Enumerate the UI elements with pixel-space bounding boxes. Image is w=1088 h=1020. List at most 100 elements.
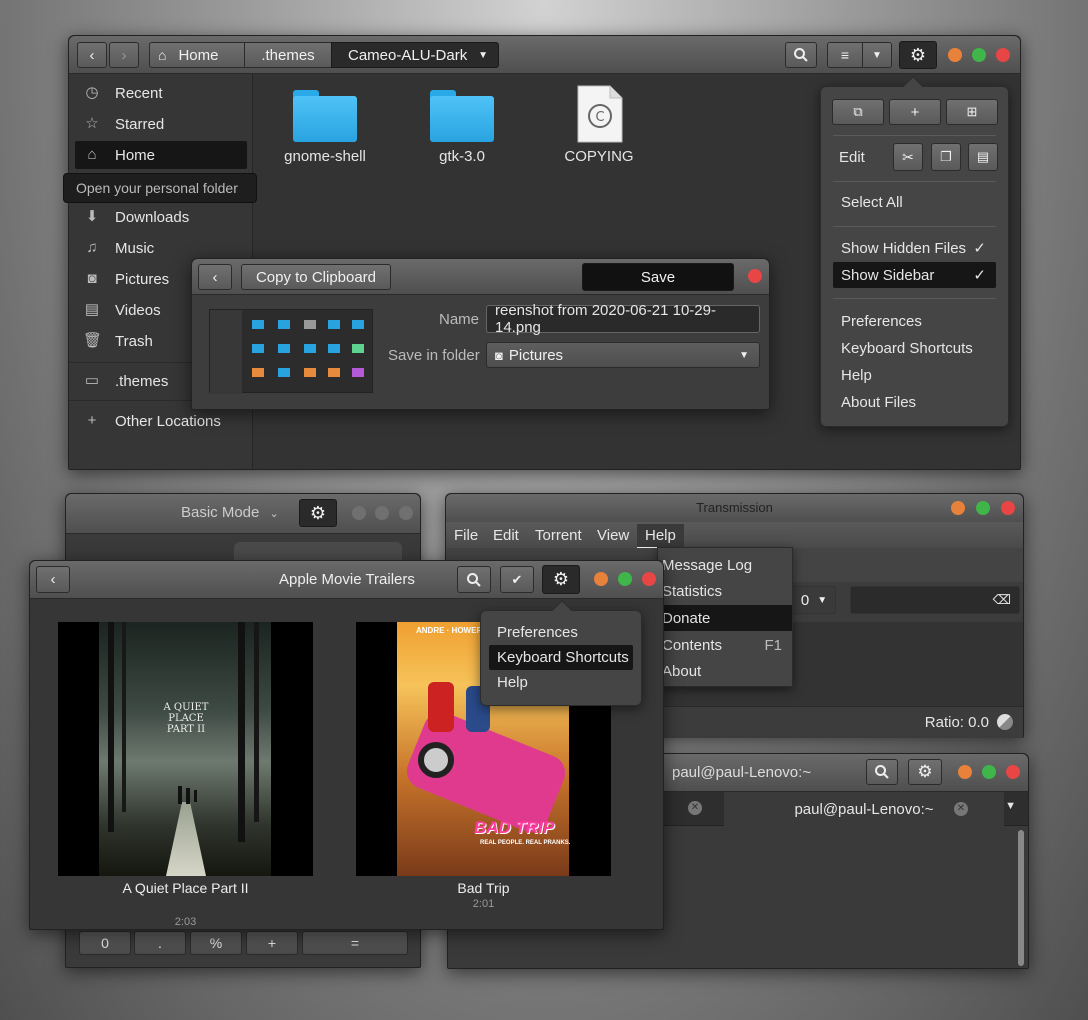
filter-count-select[interactable]: 0 ▼ (792, 586, 836, 614)
show-hidden-files-item[interactable]: Show Hidden Files ✓ (833, 235, 996, 261)
mode-selector[interactable]: Basic Mode ⌄ (181, 504, 279, 521)
close-button[interactable] (1001, 501, 1015, 515)
new-folder-button[interactable]: ⊞ (946, 99, 998, 125)
close-button[interactable] (996, 48, 1010, 62)
sidebar-item-recent[interactable]: ◷ Recent (75, 79, 247, 107)
menu-help[interactable]: Help (637, 524, 684, 549)
close-button[interactable] (1006, 765, 1020, 779)
help-item[interactable]: Help (489, 670, 633, 695)
calc-key-0[interactable]: 0 (79, 931, 131, 955)
new-window-button[interactable]: ⧉ (832, 99, 884, 125)
menu-edit[interactable]: Edit (493, 527, 519, 544)
menu-torrent[interactable]: Torrent (535, 527, 582, 544)
movie-card-quiet-place[interactable]: A QUIET PLACE PART II A Quiet Place Part… (58, 622, 313, 928)
maximize-button[interactable] (976, 501, 990, 515)
minimize-button[interactable] (958, 765, 972, 779)
help-menu-statistics[interactable]: Statistics (658, 578, 792, 604)
menu-gear-button[interactable]: ⚙ (899, 41, 937, 69)
preferences-item[interactable]: Preferences (489, 620, 633, 645)
menu-file[interactable]: File (454, 527, 478, 544)
breadcrumb-current[interactable]: Cameo-ALU-Dark ▼ (331, 42, 499, 68)
search-button[interactable] (785, 42, 817, 68)
new-tab-button[interactable]: + (889, 99, 941, 125)
search-button[interactable] (866, 759, 898, 785)
tab-inactive-close[interactable]: ✕ (688, 801, 702, 815)
calc-key-decimal[interactable]: . (134, 931, 186, 955)
paste-button[interactable]: ▤ (968, 143, 998, 171)
minimize-button[interactable] (352, 506, 366, 520)
filename-input[interactable]: reenshot from 2020-06-21 10-29-14.png (486, 302, 760, 336)
ratio-icon[interactable] (997, 714, 1013, 730)
search-icon (794, 48, 808, 62)
forward-button[interactable]: › (109, 42, 139, 68)
help-menu-message-log[interactable]: Message Log (658, 552, 792, 578)
help-menu-about[interactable]: About (658, 658, 792, 684)
movie-poster: A QUIET PLACE PART II (58, 622, 313, 876)
file-item-gtk3[interactable]: gtk-3.0 (412, 86, 512, 171)
sidebar-item-other-locations[interactable]: + Other Locations (75, 407, 247, 435)
breadcrumb-home[interactable]: ⌂ Home (149, 42, 245, 68)
file-item-copying[interactable]: C COPYING (549, 84, 649, 171)
view-options-button[interactable]: ▼ (862, 42, 892, 68)
keyboard-shortcuts-item[interactable]: Keyboard Shortcuts (833, 335, 996, 361)
sidebar-item-home[interactable]: ⌂ Home (75, 141, 247, 169)
search-button[interactable] (457, 566, 491, 593)
view-list-button[interactable]: ≡ (827, 42, 863, 68)
show-sidebar-item[interactable]: Show Sidebar ✓ (833, 262, 996, 288)
back-button[interactable]: ‹ (77, 42, 107, 68)
filter-search-input[interactable]: ⌫ (850, 586, 1020, 614)
minimize-button[interactable] (948, 48, 962, 62)
terminal-tab-active[interactable]: paul@paul-Lenovo:~ ✕ (724, 792, 1004, 826)
plus-icon: + (910, 103, 920, 121)
calc-key-plus[interactable]: + (246, 931, 298, 955)
menu-arrow (552, 600, 572, 620)
back-button[interactable]: ‹ (198, 264, 232, 290)
scissors-icon: ✂ (902, 148, 914, 165)
calc-key-equals[interactable]: = (302, 931, 408, 955)
select-all-item[interactable]: Select All (833, 189, 996, 215)
help-item[interactable]: Help (833, 362, 996, 388)
save-button[interactable]: Save (582, 263, 734, 291)
sidebar-item-starred[interactable]: ☆ Starred (75, 110, 247, 138)
help-menu-contents[interactable]: Contents F1 (658, 632, 792, 658)
chevron-down-icon: ⌄ (269, 508, 279, 520)
back-button[interactable]: ‹ (36, 566, 70, 593)
copy-button[interactable]: ❐ (931, 143, 961, 171)
chevron-down-icon[interactable]: ▼ (1005, 800, 1016, 812)
preferences-item[interactable]: Preferences (833, 308, 996, 334)
close-button[interactable] (642, 572, 656, 586)
select-button[interactable]: ✔ (500, 566, 534, 593)
sidebar-item-label: Recent (115, 84, 163, 102)
copyright-file-icon: C (577, 85, 623, 143)
close-button[interactable] (399, 506, 413, 520)
scrollbar[interactable] (1018, 830, 1024, 966)
cut-button[interactable]: ✂ (893, 143, 923, 171)
files-app-menu: ⧉ + ⊞ Edit ✂ ❐ ▤ Select All Show Hidden … (820, 76, 1009, 427)
menu-gear-button[interactable]: ⚙ (542, 565, 580, 594)
chevron-down-icon: ▼ (817, 594, 828, 606)
breadcrumb-themes[interactable]: .themes (244, 42, 332, 68)
minimize-button[interactable] (594, 572, 608, 586)
keyboard-shortcuts-item[interactable]: Keyboard Shortcuts (489, 645, 633, 670)
maximize-button[interactable] (375, 506, 389, 520)
camera-icon: ◙ (495, 347, 503, 363)
calc-key-percent[interactable]: % (190, 931, 242, 955)
maximize-button[interactable] (972, 48, 986, 62)
clear-icon[interactable]: ⌫ (993, 592, 1011, 608)
checkmark-icon: ✓ (973, 240, 986, 257)
minimize-button[interactable] (951, 501, 965, 515)
maximize-button[interactable] (982, 765, 996, 779)
menu-gear-button[interactable]: ⚙ (299, 499, 337, 527)
help-menu-donate[interactable]: Donate (658, 605, 792, 631)
copy-to-clipboard-button[interactable]: Copy to Clipboard (241, 264, 391, 290)
maximize-button[interactable] (618, 572, 632, 586)
close-icon[interactable]: ✕ (954, 802, 968, 816)
menu-view[interactable]: View (597, 527, 629, 544)
about-files-item[interactable]: About Files (833, 389, 996, 415)
poster-title: A QUIET PLACE PART II (163, 702, 209, 735)
folder-select[interactable]: ◙ Pictures ▼ (486, 342, 760, 368)
close-button[interactable] (748, 269, 762, 283)
sidebar-item-downloads[interactable]: ⬇ Downloads (75, 203, 247, 231)
file-item-gnome-shell[interactable]: gnome-shell (275, 86, 375, 171)
menu-gear-button[interactable]: ⚙ (908, 759, 942, 785)
